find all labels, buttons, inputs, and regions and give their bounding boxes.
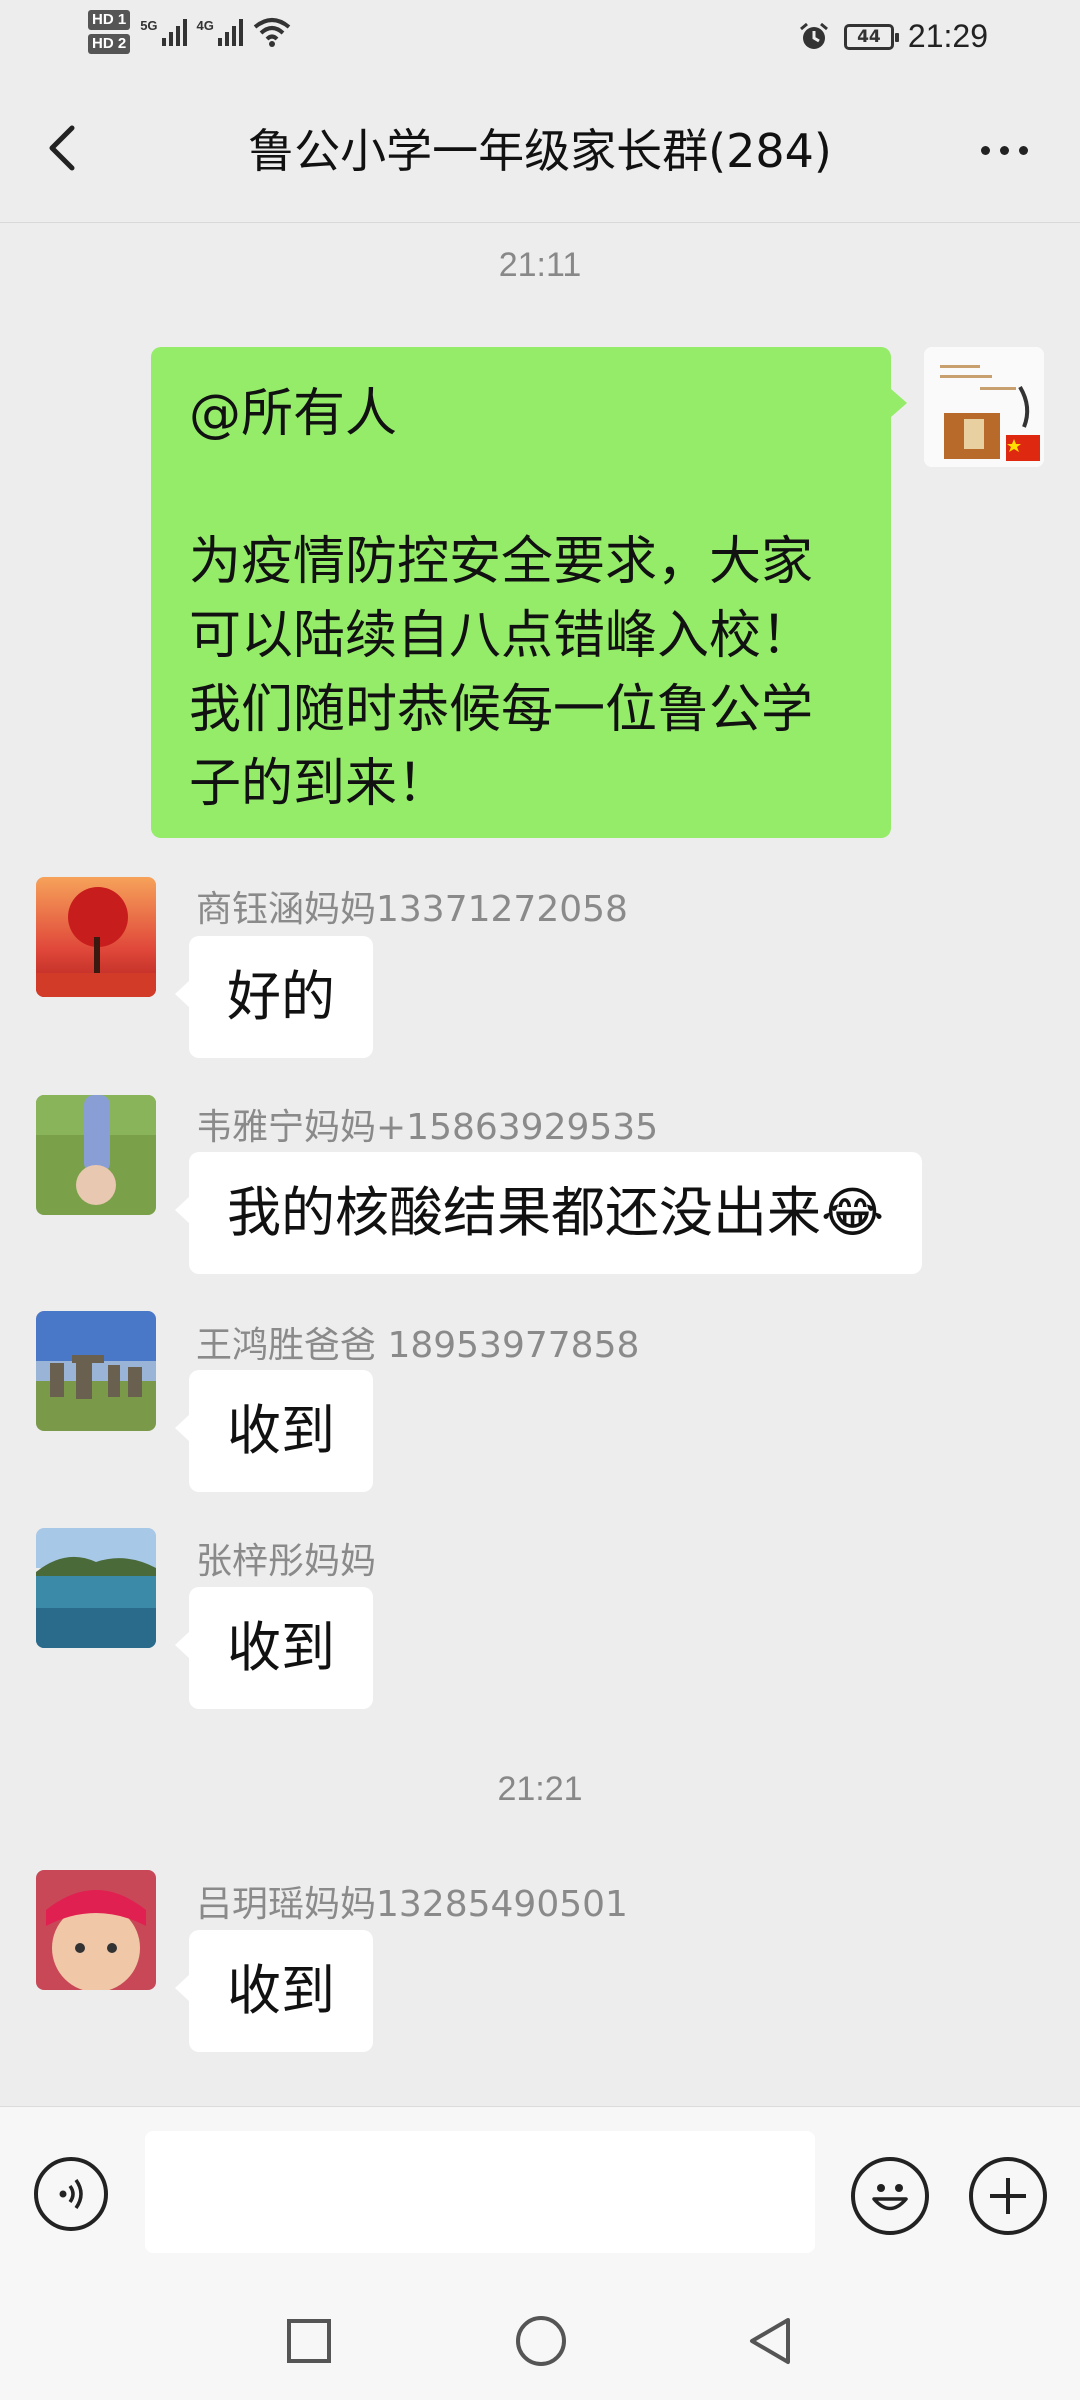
plus-icon[interactable] [969,2157,1047,2235]
battery-level: 44 [857,26,881,47]
message-input[interactable] [145,2131,815,2253]
signal-4g-icon: 4G [197,18,243,46]
circle-icon[interactable] [514,2314,568,2368]
net2-label: 4G [196,18,214,33]
back-arrow-icon[interactable] [36,118,96,178]
hd1-label: HD 1 [88,10,131,30]
emoji-icon[interactable] [851,2157,929,2235]
message-bubble[interactable]: 收到 [175,1930,373,2052]
message-bubble[interactable]: 收到 [175,1370,373,1492]
network-indicators: HD 1 HD 2 5G 4G [88,10,291,54]
input-bar [0,2106,1080,2287]
more-dots-icon[interactable] [964,130,1044,170]
voice-icon[interactable] [34,2157,108,2231]
my-avatar[interactable] [924,347,1044,467]
square-icon[interactable] [284,2316,334,2366]
message-bubble[interactable]: 我的核酸结果都还没出来😂 [174,1152,923,1274]
signal-5g-icon: 5G [140,18,187,46]
my-message-bubble[interactable]: @所有人 为疫情防控安全要求，大家可以陆续自八点错峰入校！我们随时恭候每一位鲁公… [151,347,907,838]
status-right: 44 21:29 [798,18,988,55]
alarm-icon [799,22,828,49]
battery-icon: 44 [843,23,899,50]
avatar-sender-4[interactable] [36,1528,156,1648]
triangle-back-icon[interactable] [744,2314,798,2368]
sender-name: 韦雅宁妈妈+15863929535 [196,1107,659,1148]
status-bar: HD 1 HD 2 5G 4G 44 21:29 [0,0,1080,80]
chat-header: 鲁公小学一年级家长群(284) [0,80,1080,223]
sender-name: 王鸿胜爸爸 18953977858 [196,1325,640,1366]
message-timestamp: 21:21 [497,1770,583,1808]
sender-name: 张梓彤妈妈 [196,1541,377,1582]
avatar-sender-1[interactable] [36,877,156,997]
status-time: 21:29 [907,18,988,54]
system-nav-bar [0,2286,1080,2400]
avatar-sender-5[interactable] [36,1870,156,1990]
avatar-sender-2[interactable] [36,1095,156,1215]
wifi-icon [253,18,291,47]
message-bubble[interactable]: 收到 [175,1587,373,1709]
message-bubble[interactable]: 好的 [175,936,373,1058]
message-timestamp: 21:11 [498,246,582,284]
sender-name: 商钰涵妈妈13371272058 [196,889,628,930]
hd2-label: HD 2 [88,34,131,54]
sender-name: 吕玥瑶妈妈13285490501 [196,1884,628,1925]
net1-label: 5G [140,18,158,33]
chat-title: 鲁公小学一年级家长群(284) [248,124,832,178]
avatar-sender-3[interactable] [36,1311,156,1431]
